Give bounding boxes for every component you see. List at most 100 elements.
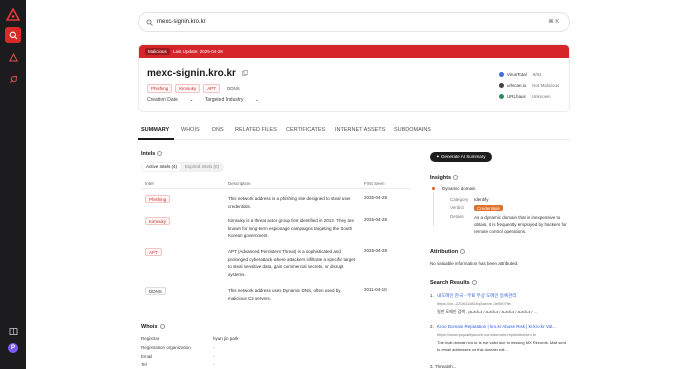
- verdict-badge: Credentials: [474, 205, 503, 211]
- col-description: Description: [228, 181, 251, 186]
- search-bar[interactable]: mexc-signin.kro.kr ⌘ K: [138, 12, 570, 32]
- info-icon[interactable]: [460, 249, 466, 255]
- col-intel: Intel: [145, 181, 154, 186]
- intel-desc: Kimsuky is a threat actor group first id…: [228, 218, 354, 238]
- explore-nav-button[interactable]: [5, 71, 21, 87]
- attribution-title: Attribution: [430, 249, 466, 255]
- app-root: P mexc-signin.kro.kr ⌘ K Malicious Last …: [0, 0, 680, 369]
- search-icon: [146, 19, 153, 26]
- status-bar: Malicious Last Update: 2025-04-28: [139, 45, 569, 58]
- tag-phishing[interactable]: Phishing: [147, 84, 173, 93]
- whois-label: Registrar: [141, 336, 160, 341]
- tag-ddns[interactable]: DDNS: [223, 84, 244, 93]
- urlscan-icon: [499, 83, 504, 89]
- result-third[interactable]: 3. Threatsh...: [430, 364, 456, 369]
- virustotal-icon: [499, 72, 504, 78]
- insight-name: Dynamic domain: [442, 186, 476, 191]
- tab-certificates[interactable]: CERTIFICATES: [286, 127, 325, 133]
- info-icon[interactable]: [453, 175, 459, 181]
- details-label: Details: [450, 214, 464, 219]
- tag-kimsuky[interactable]: Kimsuky: [175, 84, 201, 93]
- book-icon: [9, 327, 17, 335]
- tab-whois[interactable]: WHOIS: [181, 127, 200, 133]
- result-number: 1.: [430, 293, 434, 298]
- table-divider: [141, 188, 411, 189]
- domain-card: Malicious Last Update: 2025-04-28 mexc-s…: [138, 44, 570, 112]
- result-url: https://www.ipqualityscore.com/domain-re…: [437, 332, 537, 337]
- intel-filter: Active Intels (4) Expired Intels (0): [141, 162, 225, 172]
- active-intels-toggle[interactable]: Active Intels (4): [142, 163, 182, 171]
- rocket-icon: [9, 75, 17, 83]
- whois-title: Whois: [141, 324, 165, 330]
- insight-dot-icon: [432, 187, 435, 190]
- intel-desc: This network address uses Dynamic DNS, o…: [228, 288, 341, 301]
- library-nav-button[interactable]: [5, 323, 21, 339]
- intel-first-seen: 2011-04-10: [364, 287, 387, 292]
- search-input[interactable]: mexc-signin.kro.kr: [157, 19, 206, 25]
- result-snippet: The mail domain kro.kr is not valid due …: [437, 340, 566, 352]
- result-title-link[interactable]: 내도메인 한국 - 무료 무상 도메인 등록관리: [437, 293, 516, 299]
- status-badge: Malicious: [145, 48, 170, 55]
- reputation-urlscan[interactable]: urlscan.io Not Malicious: [499, 83, 569, 89]
- category-value: Identify: [474, 197, 489, 202]
- warning-icon: [8, 52, 18, 61]
- category-label: Category: [450, 197, 469, 202]
- tab-subdomains[interactable]: SUBDOMAINS: [394, 127, 431, 133]
- reputation-virustotal[interactable]: VirusTotal 9/94: [499, 72, 569, 78]
- result-snippet: 일반 도메인 검색 , (a-z/A-z / a-z/A-z / a-z/A-z…: [437, 309, 537, 314]
- result-url: https://xn--220b31d81hq5avxm-3e0b07fe/: [437, 301, 512, 306]
- intel-tag-kimsuky[interactable]: Kimsuky: [145, 217, 171, 225]
- insights-title: Insights: [430, 175, 459, 181]
- tab-summary[interactable]: SUMMARY: [141, 127, 169, 133]
- last-update: Last Update: 2025-04-28: [173, 48, 223, 54]
- details-value: As a dynamic domain that is inexpensive …: [474, 215, 567, 234]
- result-number: 2.: [430, 324, 434, 329]
- verdict-label: Verdict: [450, 205, 464, 210]
- intel-desc: This network address is a phishing site …: [228, 196, 351, 209]
- alert-nav-button[interactable]: [5, 49, 21, 65]
- copy-icon[interactable]: [241, 70, 248, 77]
- creation-date-dropdown[interactable]: Creation Date ⌄: [147, 97, 193, 103]
- intels-title: Intels: [141, 151, 163, 157]
- logo-icon: [6, 8, 20, 21]
- search-nav-button[interactable]: [5, 27, 21, 43]
- whois-label: Registration organization: [141, 345, 191, 350]
- result-title-link[interactable]: Kroo Domain Reputation | kro.kr Abuse Ri…: [437, 324, 556, 329]
- col-first-seen: First Seen: [364, 181, 385, 186]
- search-results-title: Search Results: [430, 280, 477, 286]
- tab-internet-assets[interactable]: INTERNET ASSETS: [335, 127, 385, 133]
- domain-meta: Creation Date ⌄ Targeted Industry ⌄: [147, 97, 269, 103]
- search-shortcut: ⌘ K: [548, 19, 559, 25]
- tab-underline: [138, 138, 174, 140]
- generate-ai-summary-button[interactable]: ✦ Generate AI Summary: [430, 152, 492, 162]
- intel-tag-ddns[interactable]: DDNS: [145, 287, 166, 295]
- whois-value: -: [213, 354, 215, 359]
- whois-label: Email: [141, 354, 153, 359]
- expired-intels-toggle[interactable]: Expired Intels (0): [181, 163, 223, 171]
- sidebar: P: [0, 0, 26, 369]
- info-icon[interactable]: [471, 280, 477, 286]
- avatar[interactable]: P: [8, 343, 18, 353]
- intel-first-seen: 2025-04-28: [364, 217, 388, 222]
- tab-bar: SUMMARY WHOIS DNS RELATED FILES CERTIFIC…: [138, 124, 570, 140]
- intel-tag-apt[interactable]: APT: [145, 248, 162, 256]
- info-icon[interactable]: [157, 151, 163, 157]
- intel-first-seen: 2025-04-28: [364, 248, 388, 253]
- intel-first-seen: 2025-04-28: [364, 195, 388, 200]
- urlhaus-icon: [499, 94, 504, 100]
- search-nav-icon: [9, 31, 17, 39]
- whois-value: -: [213, 362, 215, 367]
- tab-related-files[interactable]: RELATED FILES: [235, 127, 277, 133]
- whois-value: hyun jin park: [213, 336, 239, 341]
- insight-timeline: [433, 192, 434, 226]
- intel-tag-phishing[interactable]: Phishing: [145, 195, 171, 203]
- domain-name: mexc-signin.kro.kr: [147, 68, 236, 79]
- attribution-text: No valuable information has been attribu…: [430, 261, 519, 266]
- tag-apt[interactable]: APT: [203, 84, 221, 93]
- targeted-industry-dropdown[interactable]: Targeted Industry ⌄: [205, 97, 259, 103]
- whois-label: Tel: [141, 362, 147, 367]
- reputation-urlhaus[interactable]: URLhaus Unknown: [499, 94, 569, 100]
- intel-desc: APT (Advanced Persistent Threat) is a so…: [228, 249, 356, 277]
- info-icon[interactable]: [159, 324, 165, 330]
- tab-dns[interactable]: DNS: [212, 127, 224, 133]
